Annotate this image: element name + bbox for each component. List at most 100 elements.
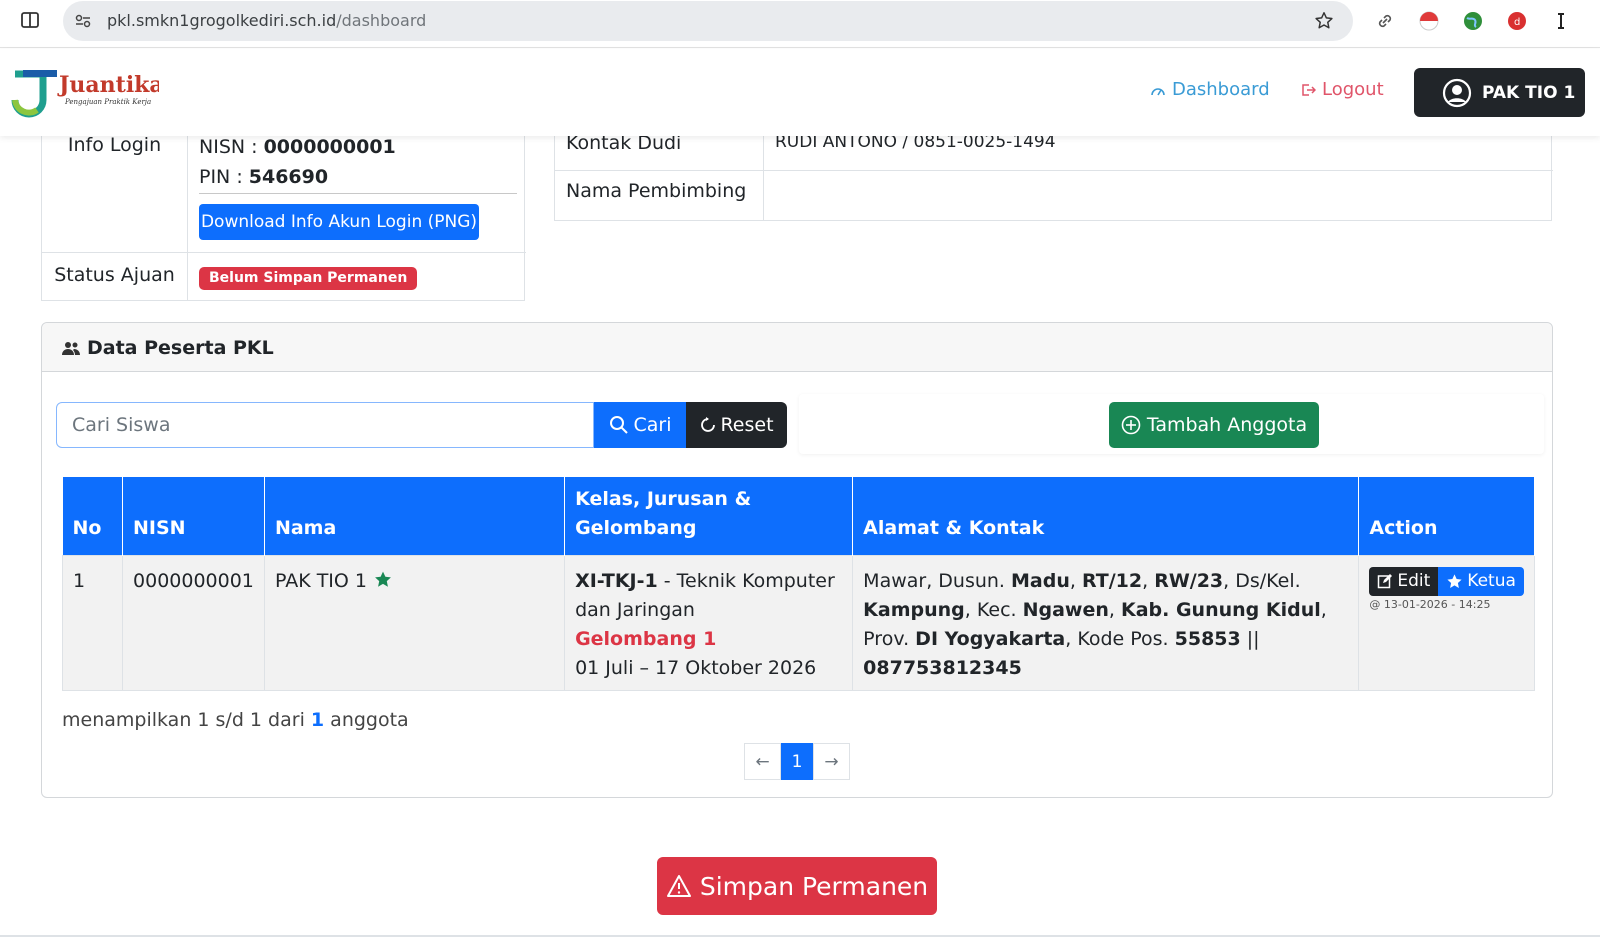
sidebar-toggle-icon[interactable]: [20, 10, 40, 30]
logo-tagline: Pengajuan Praktik Kerja: [64, 98, 151, 106]
plus-circle-icon: [1121, 415, 1141, 435]
simpan-label: Simpan Permanen: [699, 871, 929, 901]
search-group: Cari Reset: [56, 402, 790, 448]
login-credentials: NISN : 0000000001 PIN : 546690: [199, 132, 396, 192]
summary-total: 1: [310, 709, 325, 731]
peserta-table: No NISN Nama Kelas, Jurusan & Gelombang …: [61, 477, 1535, 691]
cell-nama: PAK TIO 1: [263, 554, 566, 691]
nav-dashboard-link[interactable]: Dashboard: [1150, 79, 1270, 100]
pin-label: PIN :: [199, 166, 249, 188]
cell-alamat: Mawar, Dusun. Madu, RT/12, RW/23, Ds/Kel…: [852, 554, 1360, 691]
leader-star-icon: [375, 571, 391, 587]
kelas-code: XI-TKJ-1: [575, 569, 658, 592]
next-page-button[interactable]: →: [813, 743, 850, 780]
edit-button[interactable]: Edit: [1369, 566, 1439, 596]
search-input[interactable]: [56, 402, 594, 448]
tambah-label: Tambah Anggota: [1146, 414, 1308, 436]
student-name: PAK TIO 1: [274, 569, 367, 592]
alamat-kec: Ngawen: [1022, 598, 1109, 621]
column-header-no: No: [62, 477, 124, 555]
alamat-kab: Kab. Gunung Kidul: [1120, 598, 1321, 621]
alamat-kodepos: 55853: [1174, 627, 1241, 650]
logo-text: Juantika: [57, 72, 159, 98]
simpan-permanen-button[interactable]: Simpan Permanen: [657, 857, 937, 915]
address-bar[interactable]: pkl.smkn1grogolkediri.sch.id/dashboard: [63, 1, 1353, 41]
prev-page-button[interactable]: ←: [744, 743, 781, 780]
user-menu-button[interactable]: PAK TIO 1: [1414, 68, 1585, 117]
ketua-button[interactable]: Ketua: [1438, 566, 1524, 596]
url-host: pkl.smkn1grogolkediri.sch.id: [107, 11, 337, 30]
reset-button[interactable]: Reset: [686, 402, 787, 448]
card-title-text: Data Peserta PKL: [87, 337, 274, 359]
status-badge: Belum Simpan Permanen: [199, 267, 418, 290]
search-icon: [609, 416, 628, 434]
user-name: PAK TIO 1: [1482, 82, 1576, 103]
info-login-table: Info Login Status Ajuan NISN : 000000000…: [41, 120, 526, 301]
pin-value: 546690: [248, 166, 329, 188]
browser-toolbar: pkl.smkn1grogolkediri.sch.id/dashboard d: [0, 0, 1600, 48]
cursor-extension-icon[interactable]: [1550, 10, 1572, 32]
card-title: Data Peserta PKL: [62, 337, 274, 359]
alamat-kodepos-label: , Kode Pos.: [1065, 627, 1175, 650]
site-info-icon[interactable]: [73, 11, 93, 31]
user-avatar-icon: [1442, 78, 1472, 107]
nisn-label: NISN :: [199, 136, 264, 158]
reset-label: Reset: [720, 414, 774, 436]
action-button-group: Edit Ketua: [1369, 566, 1524, 596]
summary-suffix: anggota: [324, 709, 409, 731]
download-login-info-button[interactable]: Download Info Akun Login (PNG): [199, 204, 479, 240]
link-extension-icon[interactable]: [1374, 10, 1396, 32]
edit-icon: [1378, 574, 1393, 589]
flag-extension-icon[interactable]: [1418, 10, 1440, 32]
cell-no: 1: [61, 554, 124, 691]
logout-icon: [1302, 83, 1316, 96]
alamat-dusun: Madu: [1011, 569, 1070, 592]
alamat-rt: RT/12: [1081, 569, 1143, 592]
alamat-desa-label: , Ds/Kel.: [1223, 569, 1301, 592]
cell-action: Edit Ketua @ 13-01-2026 - 14:25: [1358, 554, 1535, 691]
pin-line: PIN : 546690: [199, 162, 396, 192]
status-ajuan-label: Status Ajuan: [42, 252, 188, 301]
dashboard-gauge-icon: [1151, 87, 1165, 95]
pagination: ← 1 →: [744, 743, 850, 780]
alamat-jalan: Mawar, Dusun.: [863, 569, 1012, 592]
warning-icon: [666, 875, 691, 897]
juantika-logo[interactable]: Juantika Pengajuan Praktik Kerja: [9, 66, 159, 118]
tambah-anggota-button[interactable]: Tambah Anggota: [1109, 402, 1319, 448]
globe-extension-icon[interactable]: [1462, 10, 1484, 32]
bookmark-star-icon[interactable]: [1313, 10, 1335, 32]
alamat-desa: Kampung: [863, 598, 965, 621]
nav-logout-label: Logout: [1322, 79, 1384, 100]
column-header-nama: Nama: [264, 477, 566, 555]
nav-logout-link[interactable]: Logout: [1300, 79, 1384, 100]
nisn-line: NISN : 0000000001: [199, 132, 396, 162]
column-header-action: Action: [1358, 477, 1535, 555]
peserta-card: Data Peserta PKL Cari Reset Tambah Anggo…: [41, 322, 1553, 798]
reset-icon: [701, 417, 716, 432]
url-text[interactable]: pkl.smkn1grogolkediri.sch.id/dashboard: [107, 11, 426, 30]
ketua-label: Ketua: [1467, 570, 1516, 591]
gelombang-label: Gelombang 1: [575, 627, 717, 650]
users-icon: [62, 342, 80, 355]
info-login-label: Info Login: [42, 120, 188, 252]
alamat-prov: DI Yogyakarta: [915, 627, 1066, 650]
column-header-kelas: Kelas, Jurusan & Gelombang: [564, 477, 854, 555]
url-path: /dashboard: [336, 11, 427, 30]
periode-range: 01 Juli – 17 Oktober 2026: [575, 656, 817, 679]
red-extension-icon[interactable]: d: [1506, 10, 1528, 32]
table-row: 1 0000000001 PAK TIO 1 XI-TKJ-1 - Teknik…: [61, 554, 1535, 691]
nav-dashboard-label: Dashboard: [1172, 79, 1270, 100]
alamat-telp: 087753812345: [863, 656, 1022, 679]
pagination-summary: menampilkan 1 s/d 1 dari 1 anggota: [62, 709, 409, 731]
summary-prefix: menampilkan 1 s/d 1 dari: [62, 709, 311, 731]
timestamp: @ 13-01-2026 - 14:25: [1369, 597, 1491, 611]
page-1-button[interactable]: 1: [781, 743, 813, 780]
svg-text:d: d: [1514, 17, 1520, 28]
cell-nisn: 0000000001: [122, 554, 265, 691]
nisn-value: 0000000001: [263, 136, 396, 158]
alamat-separator: ||: [1240, 627, 1260, 650]
star-icon: [1447, 573, 1462, 588]
card-header: Data Peserta PKL: [42, 323, 1552, 372]
pembimbing-label: Nama Pembimbing: [555, 170, 764, 220]
cari-button[interactable]: Cari: [594, 402, 686, 448]
